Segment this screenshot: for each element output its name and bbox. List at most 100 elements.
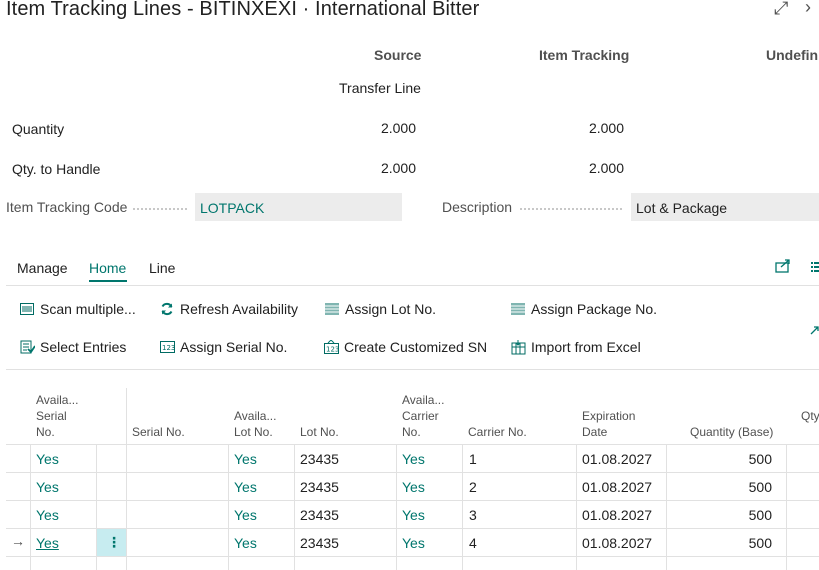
avail-serial-cell[interactable]: Yes bbox=[36, 535, 59, 551]
select-entries-button[interactable]: Select Entries bbox=[20, 339, 126, 355]
grid-line bbox=[6, 528, 819, 529]
grid-line bbox=[6, 500, 819, 501]
more-options-icon[interactable]: ⋮ bbox=[107, 534, 121, 551]
quantity-source-value: 2.000 bbox=[380, 120, 416, 136]
grid-line bbox=[228, 444, 229, 570]
header-line: Expiration bbox=[582, 409, 636, 423]
divider bbox=[6, 285, 819, 286]
carrier-no-cell[interactable]: 1 bbox=[469, 451, 477, 467]
expiration-date-cell[interactable]: 01.08.2027 bbox=[582, 535, 652, 551]
field-leader bbox=[520, 208, 622, 210]
current-row-arrow-icon: → bbox=[11, 533, 25, 549]
expiration-date-cell[interactable]: 01.08.2027 bbox=[582, 507, 652, 523]
field-leader bbox=[133, 208, 187, 210]
assign-lot-no-button[interactable]: Assign Lot No. bbox=[325, 301, 436, 317]
avail-serial-cell[interactable]: Yes bbox=[36, 479, 59, 495]
active-tab-indicator bbox=[89, 280, 127, 282]
header-line: No. bbox=[402, 425, 421, 439]
grid-line bbox=[294, 444, 295, 570]
avail-carrier-cell[interactable]: Yes bbox=[402, 479, 425, 495]
assign-serial-no-label: Assign Serial No. bbox=[180, 339, 288, 355]
share-icon[interactable] bbox=[775, 258, 792, 276]
avail-lot-cell[interactable]: Yes bbox=[234, 479, 257, 495]
tab-line[interactable]: Line bbox=[149, 260, 175, 276]
refresh-availability-button[interactable]: Refresh Availability bbox=[160, 301, 298, 317]
header-lot-no[interactable]: Lot No. bbox=[300, 424, 339, 440]
grid-line bbox=[666, 444, 667, 570]
carrier-no-cell[interactable]: 3 bbox=[469, 507, 477, 523]
grid-line bbox=[396, 444, 397, 570]
source-subtitle: Transfer Line bbox=[339, 80, 421, 96]
carrier-no-cell[interactable]: 4 bbox=[469, 535, 477, 551]
avail-carrier-cell[interactable]: Yes bbox=[402, 535, 425, 551]
header-line: Carrier bbox=[402, 409, 439, 423]
quantity-base-cell[interactable]: 500 bbox=[672, 507, 772, 523]
select-entries-icon bbox=[20, 340, 36, 354]
carrier-no-cell[interactable]: 2 bbox=[469, 479, 477, 495]
expand-icon[interactable]: ⤢ bbox=[774, 0, 788, 19]
item-tracking-code-field[interactable]: LOTPACK bbox=[195, 193, 402, 221]
lot-no-cell[interactable]: 23435 bbox=[300, 479, 339, 495]
column-header-item-tracking: Item Tracking bbox=[539, 47, 630, 63]
header-avail-lot-no[interactable]: Availa... Lot No. bbox=[234, 408, 276, 440]
assign-serial-no-button[interactable]: 123 Assign Serial No. bbox=[160, 339, 287, 355]
header-line: No. bbox=[36, 425, 55, 439]
header-carrier-no[interactable]: Carrier No. bbox=[468, 424, 527, 440]
quantity-base-cell[interactable]: 500 bbox=[672, 479, 772, 495]
header-qty-partial[interactable]: Qty bbox=[801, 408, 819, 424]
create-customized-sn-button[interactable]: 123 Create Customized SN bbox=[324, 339, 487, 355]
divider bbox=[6, 369, 819, 370]
pin-icon[interactable] bbox=[810, 322, 819, 338]
header-line: Availa... bbox=[234, 409, 277, 423]
header-line: Serial bbox=[36, 409, 67, 423]
description-field[interactable]: Lot & Package bbox=[631, 193, 819, 221]
avail-serial-cell[interactable]: Yes bbox=[36, 451, 59, 467]
header-avail-carrier-no[interactable]: Availa... Carrier No. bbox=[402, 392, 444, 440]
refresh-availability-label: Refresh Availability bbox=[180, 301, 299, 317]
column-header-undefined: Undefin bbox=[766, 47, 819, 63]
assign-package-no-label: Assign Package No. bbox=[531, 301, 658, 317]
quantity-base-cell[interactable]: 500 bbox=[672, 451, 772, 467]
header-expiration-date[interactable]: Expiration Date bbox=[582, 408, 635, 440]
avail-carrier-cell[interactable]: Yes bbox=[402, 507, 425, 523]
scan-multiple-button[interactable]: Scan multiple... bbox=[20, 301, 136, 317]
assign-lot-no-label: Assign Lot No. bbox=[345, 301, 437, 317]
grid-barcode-icon bbox=[511, 302, 525, 316]
header-line: Availa... bbox=[36, 393, 79, 407]
quantity-item-tracking-value: 2.000 bbox=[588, 120, 624, 136]
lot-no-cell[interactable]: 23435 bbox=[300, 535, 339, 551]
scan-multiple-label: Scan multiple... bbox=[40, 301, 136, 317]
tab-manage[interactable]: Manage bbox=[17, 260, 68, 276]
expiration-date-cell[interactable]: 01.08.2027 bbox=[582, 479, 652, 495]
header-quantity-base[interactable]: Quantity (Base) bbox=[690, 424, 773, 440]
list-view-icon[interactable] bbox=[811, 260, 819, 276]
select-entries-label: Select Entries bbox=[40, 339, 127, 355]
quantity-base-cell[interactable]: 500 bbox=[672, 535, 772, 551]
lot-no-cell[interactable]: 23435 bbox=[300, 507, 339, 523]
assign-package-no-button[interactable]: Assign Package No. bbox=[511, 301, 657, 317]
header-line: Availa... bbox=[402, 393, 445, 407]
quantity-label: Quantity bbox=[12, 121, 65, 137]
avail-lot-cell[interactable]: Yes bbox=[234, 507, 257, 523]
avail-serial-cell[interactable]: Yes bbox=[36, 507, 59, 523]
tab-home[interactable]: Home bbox=[89, 260, 126, 276]
description-label: Description bbox=[442, 199, 513, 215]
grid-line bbox=[6, 472, 819, 473]
qty-to-handle-source-value: 2.000 bbox=[380, 160, 416, 176]
grid-line bbox=[786, 444, 787, 570]
header-serial-no[interactable]: Serial No. bbox=[132, 424, 185, 440]
header-avail-serial-no[interactable]: Availa... Serial No. bbox=[36, 392, 78, 440]
import-from-excel-button[interactable]: Import from Excel bbox=[511, 339, 641, 355]
avail-lot-cell[interactable]: Yes bbox=[234, 535, 257, 551]
refresh-icon bbox=[160, 302, 174, 316]
expiration-date-cell[interactable]: 01.08.2027 bbox=[582, 451, 652, 467]
grid-line bbox=[30, 444, 31, 570]
avail-carrier-cell[interactable]: Yes bbox=[402, 451, 425, 467]
lot-no-cell[interactable]: 23435 bbox=[300, 451, 339, 467]
item-tracking-code-label: Item Tracking Code bbox=[6, 199, 128, 215]
barcode-icon bbox=[20, 302, 34, 316]
header-line: Date bbox=[582, 425, 608, 439]
grid-barcode-icon bbox=[325, 302, 339, 316]
chevron-right-icon[interactable]: › bbox=[805, 0, 811, 18]
avail-lot-cell[interactable]: Yes bbox=[234, 451, 257, 467]
